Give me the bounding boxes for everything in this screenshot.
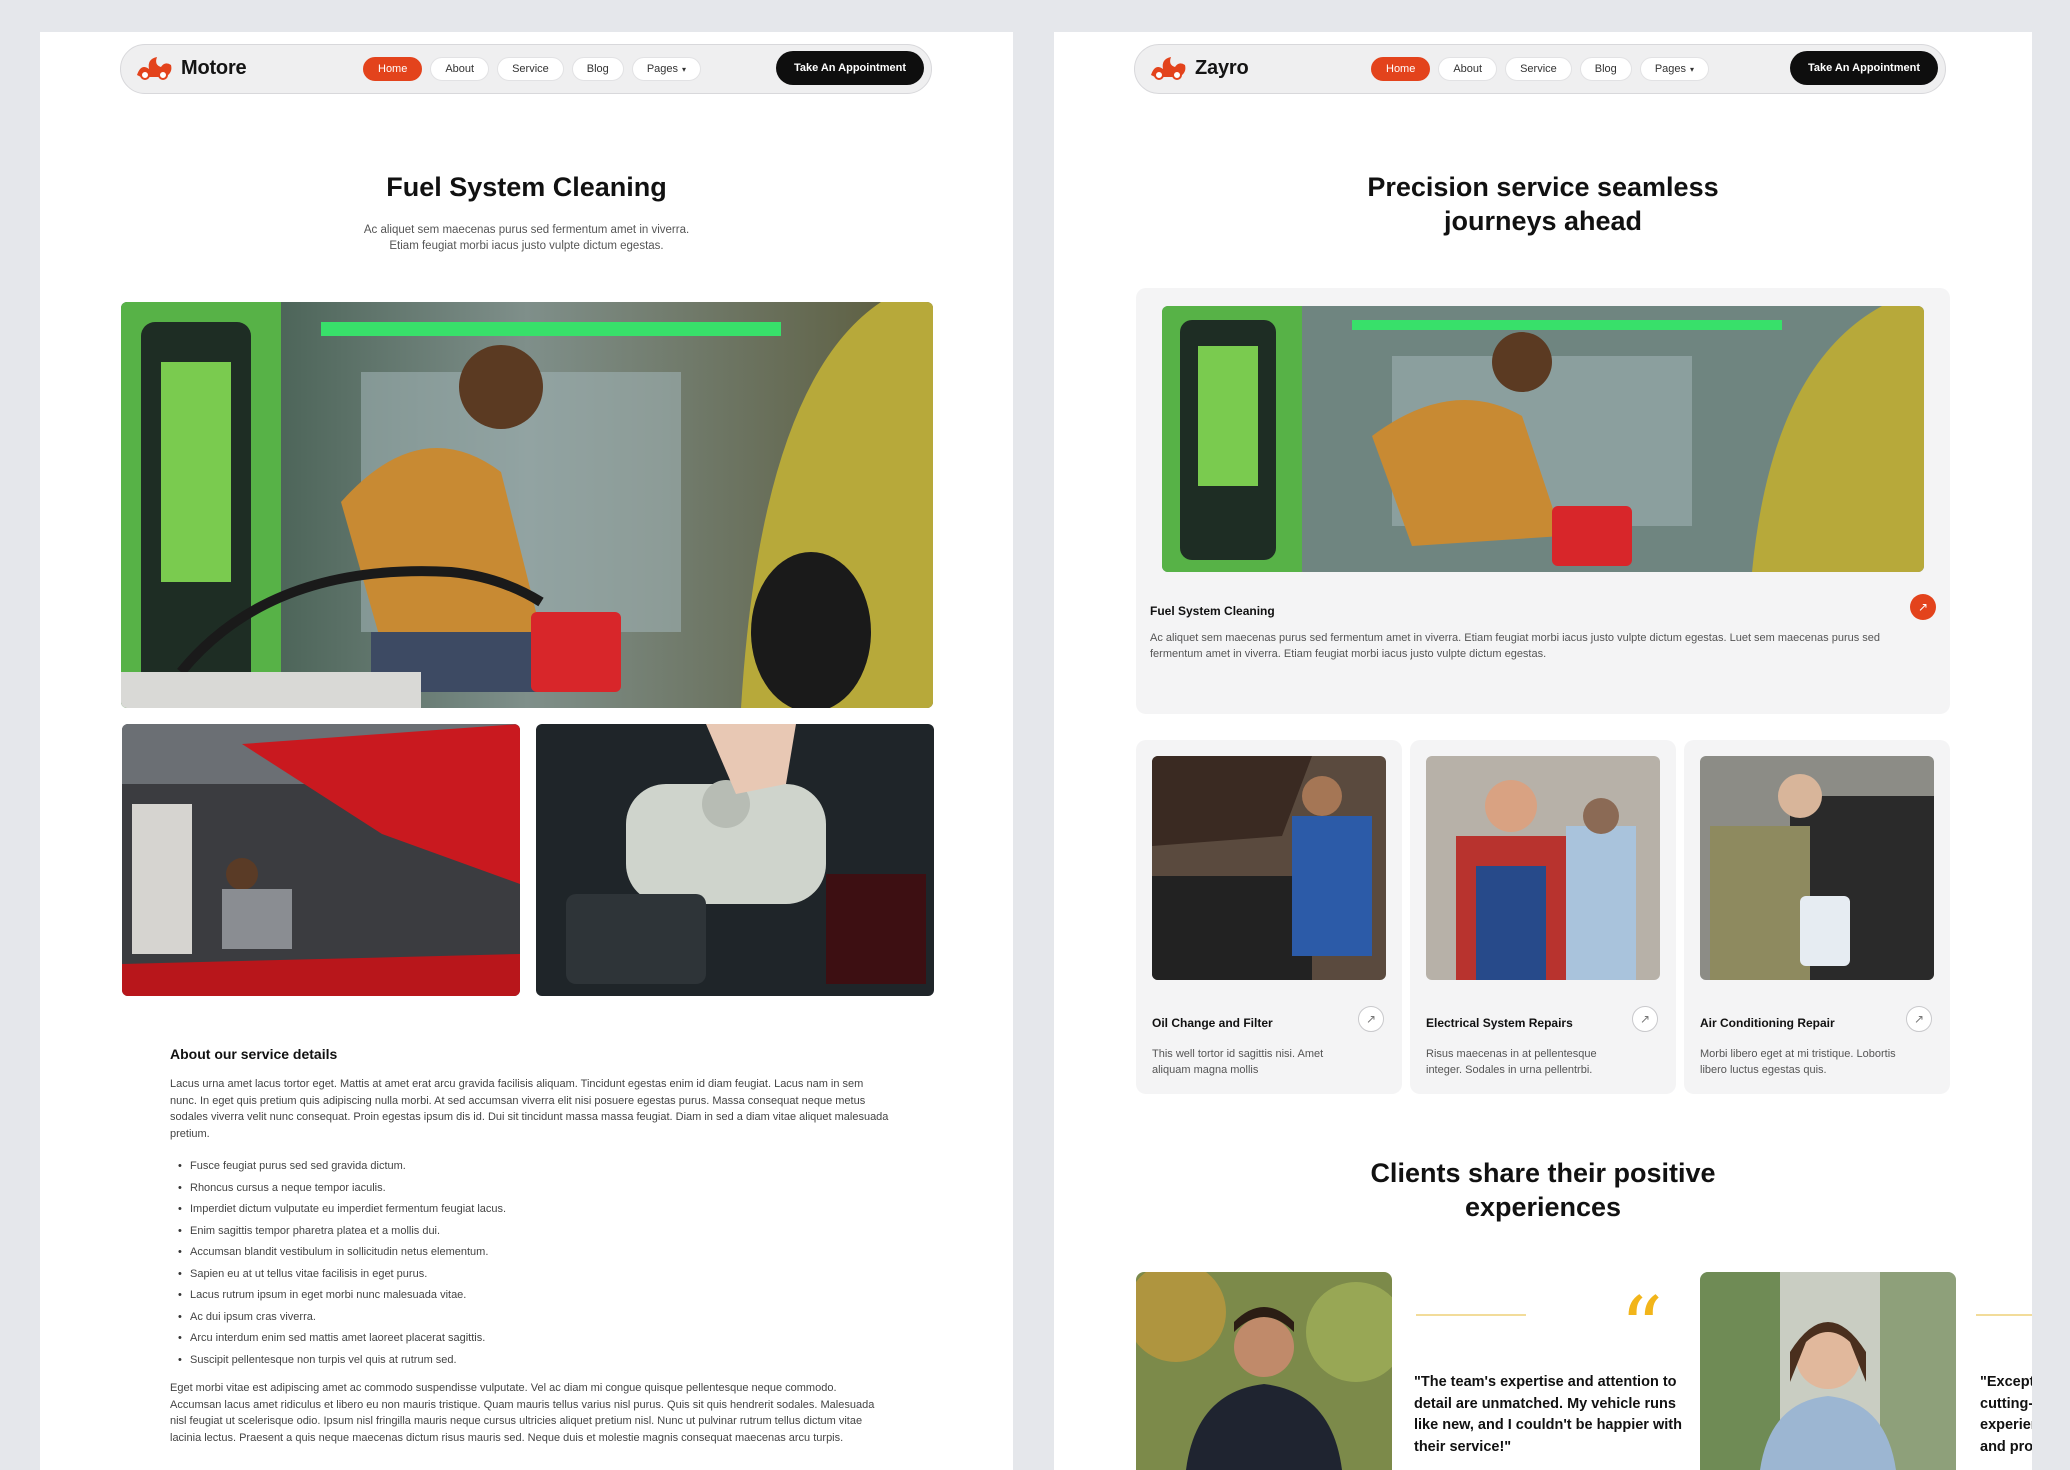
list-item: Enim sagittis tempor pharetra platea et … [174,1221,874,1243]
navbar: Motore Home About Service Blog Pages ▾ Ta… [120,44,932,94]
arrow-up-right-icon[interactable]: ↗ [1910,594,1936,620]
service-bullets: Fusce feugiat purus sed sed gravida dict… [174,1156,874,1371]
featured-service-title: Fuel System Cleaning [1150,604,1275,618]
list-item: Accumsan blandit vestibulum in sollicitu… [174,1242,874,1264]
section-title-line-2: journeys ahead [1443,206,1643,236]
quote-line: like new, and I couldn't be happier with [1414,1417,1682,1433]
quote-icon: “ [1620,1279,1663,1377]
list-item: Rhoncus cursus a neque tempor iaculis. [174,1178,874,1200]
list-item: Arcu interdum enim sed mattis amet laore… [174,1328,874,1350]
nav-links: Home About Service Blog Pages ▾ [363,57,702,81]
brand-name: Zayro [1195,56,1249,79]
service-title: Air Conditioning Repair [1700,1016,1835,1030]
service-title: Oil Change and Filter [1152,1016,1273,1030]
nav-service[interactable]: Service [1505,57,1572,81]
section-title-line-1: Precision service seamless [1367,172,1719,202]
flame-car-logo-icon [137,57,172,80]
client-photo-woman [1700,1272,1956,1470]
testimonials-title-line-1: Clients share their positive [1370,1158,1716,1188]
nav-pages-label: Pages [1654,63,1687,75]
electrical-repair-photo [1426,756,1660,980]
quote-divider [1416,1314,1526,1316]
nav-links: Home About Service Blog Pages ▾ [1371,57,1710,81]
quote-divider [1976,1314,2032,1316]
quote-line: "The team's expertise and attention to [1414,1374,1677,1390]
page-title: Fuel System Cleaning [386,172,667,202]
quote-line: detail are unmatched. My vehicle runs [1414,1395,1676,1412]
nav-about[interactable]: About [430,57,490,81]
nav-blog[interactable]: Blog [1579,57,1632,81]
quote-line: and prof [1980,1438,2032,1455]
nav-pages[interactable]: Pages ▾ [631,57,702,81]
quote-line: "Excepti [1980,1374,2032,1390]
arrow-up-right-icon[interactable]: ↗ [1632,1006,1658,1032]
list-item: Sapien eu at ut tellus vitae facilisis i… [174,1264,874,1286]
nav-service[interactable]: Service [497,57,564,81]
logo[interactable]: Motore [135,55,247,81]
appointment-button[interactable]: Take An Appointment [775,51,924,85]
service-title: Electrical System Repairs [1426,1016,1573,1030]
service-desc: Risus maecenas in at pellentesque intege… [1426,1048,1597,1076]
appointment-button[interactable]: Take An Appointment [1789,51,1938,85]
fuel-station-photo [121,302,933,708]
mechanic-under-hood-photo [122,724,520,996]
nav-pages-label: Pages [646,63,679,75]
list-item: Imperdiet dictum vulputate eu imperdiet … [174,1199,874,1221]
nav-about[interactable]: About [1438,57,1498,81]
service-card-electrical[interactable]: Electrical System Repairs ↗ Risus maecen… [1410,740,1676,1094]
featured-service-card[interactable]: Fuel System Cleaning ↗ Ac aliquet sem ma… [1136,288,1950,714]
nav-blog[interactable]: Blog [571,57,624,81]
fuel-station-photo [1162,306,1924,572]
service-desc: This well tortor id sagittis nisi. Amet … [1152,1048,1324,1076]
nav-home[interactable]: Home [363,57,423,81]
service-card-ac[interactable]: Air Conditioning Repair ↗ Morbi libero e… [1684,740,1950,1094]
page-subtitle-1: Ac aliquet sem maecenas purus sed fermen… [363,224,690,236]
quote-line: their service!" [1414,1438,1512,1455]
list-item: Fusce feugiat purus sed sed gravida dict… [174,1156,874,1178]
list-item: Suscipit pellentesque non turpis vel qui… [174,1350,874,1372]
featured-service-desc: Ac aliquet sem maecenas purus sed fermen… [1150,632,1881,660]
quote-line: experien [1980,1417,2032,1433]
services-page: Zayro Home About Service Blog Pages ▾ Tak… [1054,32,2032,1470]
client-photo-man [1136,1272,1392,1470]
testimonial-quote-truncated: "Excepti cutting-e experien and prof [1980,1372,2032,1458]
arrow-up-right-icon[interactable]: ↗ [1358,1006,1384,1032]
about-heading: About our service details [170,1046,338,1062]
flame-car-logo-icon [1151,57,1186,80]
service-desc: Morbi libero eget at mi tristique. Lobor… [1700,1048,1896,1076]
oil-change-photo [1152,756,1386,980]
brand-name: Motore [181,56,247,79]
quote-line: cutting-e [1980,1395,2032,1412]
navbar: Zayro Home About Service Blog Pages ▾ Tak… [1134,44,1946,94]
testimonials-title-line-2: experiences [1464,1192,1622,1222]
service-card-oil[interactable]: Oil Change and Filter ↗ This well tortor… [1136,740,1402,1094]
list-item: Ac dui ipsum cras viverra. [174,1307,874,1329]
ac-repair-photo [1700,756,1934,980]
about-paragraph: Lacus urna amet lacus tortor eget. Matti… [170,1078,889,1140]
testimonial-quote: "The team's expertise and attention to d… [1414,1372,1714,1458]
list-item: Lacus rutrum ipsum in eget morbi nunc ma… [174,1285,874,1307]
coolant-tank-photo [536,724,934,996]
page-subtitle-2: Etiam feugiat morbi iacus justo vulpte d… [389,240,664,252]
nav-pages[interactable]: Pages ▾ [1639,57,1710,81]
logo[interactable]: Zayro [1149,55,1249,81]
chevron-down-icon: ▾ [1690,64,1695,74]
nav-home[interactable]: Home [1371,57,1431,81]
arrow-up-right-icon[interactable]: ↗ [1906,1006,1932,1032]
chevron-down-icon: ▾ [682,64,687,74]
closing-paragraph: Eget morbi vitae est adipiscing amet ac … [170,1382,875,1444]
service-detail-page: Motore Home About Service Blog Pages ▾ Ta… [40,32,1013,1470]
